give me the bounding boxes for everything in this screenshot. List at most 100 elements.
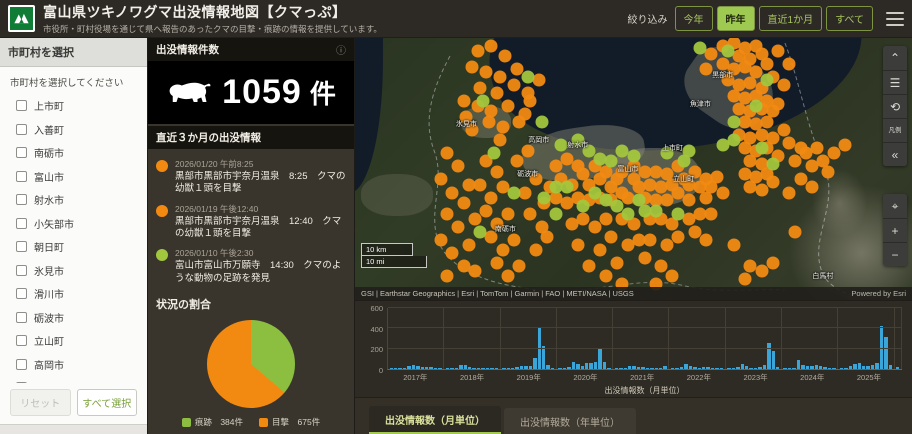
sighting-marker[interactable] [727, 238, 740, 251]
sighting-marker[interactable] [549, 207, 562, 220]
municipality-checkbox-item[interactable]: 小矢部市 [16, 216, 137, 231]
sighting-marker[interactable] [468, 265, 481, 278]
sighting-marker[interactable] [477, 94, 490, 107]
sighting-marker[interactable] [496, 244, 509, 257]
sighting-marker[interactable] [474, 178, 487, 191]
filter-button[interactable]: 直近1か月 [759, 6, 823, 31]
sighting-marker[interactable] [532, 73, 545, 86]
sighting-marker[interactable] [440, 147, 453, 160]
layer-list-icon[interactable]: ☰ [883, 70, 907, 94]
sighting-marker[interactable] [493, 134, 506, 147]
sighting-marker[interactable] [716, 186, 729, 199]
sighting-marker[interactable] [488, 147, 501, 160]
zoom-out-button[interactable]: − [883, 242, 907, 266]
sighting-marker[interactable] [638, 252, 651, 265]
sighting-marker[interactable] [672, 207, 685, 220]
reset-button[interactable]: リセット [10, 389, 71, 416]
checkbox-icon[interactable] [16, 124, 27, 135]
sighting-marker[interactable] [507, 186, 520, 199]
sighting-marker[interactable] [738, 273, 751, 286]
sighting-marker[interactable] [479, 66, 492, 79]
sighting-marker[interactable] [452, 160, 465, 173]
sighting-marker[interactable] [440, 270, 453, 283]
sighting-marker[interactable] [644, 233, 657, 246]
sighting-marker[interactable] [772, 97, 785, 110]
sighting-marker[interactable] [541, 231, 554, 244]
zoom-in-button[interactable]: + [883, 218, 907, 242]
sighting-marker[interactable] [761, 73, 774, 86]
municipality-checkbox-item[interactable]: 入善町 [16, 122, 137, 137]
sighting-marker[interactable] [510, 155, 523, 168]
chart-tab[interactable]: 出没情報数（年単位） [504, 408, 636, 434]
sighting-marker[interactable] [465, 60, 478, 73]
checkbox-icon[interactable] [16, 359, 27, 370]
sighting-marker[interactable] [822, 165, 835, 178]
sighting-marker[interactable] [440, 207, 453, 220]
sighting-marker[interactable] [571, 238, 584, 251]
sighting-marker[interactable] [499, 50, 512, 63]
sighting-marker[interactable] [566, 218, 579, 231]
sighting-marker[interactable] [474, 81, 487, 94]
sighting-marker[interactable] [766, 157, 779, 170]
recent-sighting-item[interactable]: 2026/01/20 午前8:25 黒部市黒部市宇奈月温泉 8:25 クマの幼獣… [156, 158, 346, 196]
sighting-marker[interactable] [605, 155, 618, 168]
info-icon[interactable]: ⓘ [336, 42, 346, 57]
sighting-marker[interactable] [705, 207, 718, 220]
municipality-checkbox-item[interactable]: 南砺市 [16, 145, 137, 160]
sighting-marker[interactable] [435, 233, 448, 246]
recent-sighting-item[interactable]: 2026/01/19 午後12:40 黒部市黒部市宇奈月温泉 12:40 クマの… [156, 203, 346, 241]
sighting-marker[interactable] [446, 186, 459, 199]
sighting-marker[interactable] [727, 134, 740, 147]
select-all-button[interactable]: すべて選択 [77, 389, 138, 416]
sighting-marker[interactable] [605, 231, 618, 244]
filter-button[interactable]: 今年 [675, 6, 713, 31]
sighting-marker[interactable] [599, 194, 612, 207]
sighting-marker[interactable] [727, 115, 740, 128]
checkbox-icon[interactable] [16, 147, 27, 158]
sighting-marker[interactable] [761, 58, 774, 71]
sighting-marker[interactable] [521, 71, 534, 84]
sighting-marker[interactable] [524, 207, 537, 220]
sighting-marker[interactable] [513, 115, 526, 128]
sighting-marker[interactable] [493, 71, 506, 84]
sighting-marker[interactable] [649, 204, 662, 217]
sighting-marker[interactable] [783, 58, 796, 71]
checkbox-icon[interactable] [16, 265, 27, 276]
sighting-marker[interactable] [594, 244, 607, 257]
sighting-marker[interactable] [683, 194, 696, 207]
sighting-marker[interactable] [452, 220, 465, 233]
sighting-marker[interactable] [783, 186, 796, 199]
chevron-up-icon[interactable]: ⌃ [883, 46, 907, 70]
sighting-marker[interactable] [524, 94, 537, 107]
sighting-marker[interactable] [446, 246, 459, 259]
sighting-marker[interactable] [491, 87, 504, 100]
sighting-marker[interactable] [621, 207, 634, 220]
filter-button[interactable]: すべて [826, 6, 873, 31]
sighting-marker[interactable] [535, 115, 548, 128]
sighting-marker[interactable] [755, 142, 768, 155]
sighting-marker[interactable] [711, 170, 724, 183]
sighting-marker[interactable] [491, 165, 504, 178]
sighting-marker[interactable] [694, 42, 707, 55]
checkbox-icon[interactable] [16, 171, 27, 182]
municipality-checkbox-item[interactable]: 高岡市 [16, 357, 137, 372]
municipality-checkbox-item[interactable]: 富山市 [16, 169, 137, 184]
sighting-marker[interactable] [772, 45, 785, 58]
sighting-marker[interactable] [463, 238, 476, 251]
sighting-marker[interactable] [722, 45, 735, 58]
sighting-marker[interactable] [766, 257, 779, 270]
sighting-marker[interactable] [582, 259, 595, 272]
sighting-marker[interactable] [588, 220, 601, 233]
sighting-marker[interactable] [599, 270, 612, 283]
sighting-marker[interactable] [496, 121, 509, 134]
collapse-left-icon[interactable]: « [883, 142, 907, 166]
sighting-marker[interactable] [699, 233, 712, 246]
sighting-marker[interactable] [633, 194, 646, 207]
sighting-marker[interactable] [560, 181, 573, 194]
filter-button[interactable]: 昨年 [717, 6, 755, 31]
sighting-marker[interactable] [627, 149, 640, 162]
sighting-marker[interactable] [777, 123, 790, 136]
municipality-checkbox-item[interactable]: 氷見市 [16, 263, 137, 278]
sighting-marker[interactable] [530, 244, 543, 257]
sighting-marker[interactable] [521, 144, 534, 157]
